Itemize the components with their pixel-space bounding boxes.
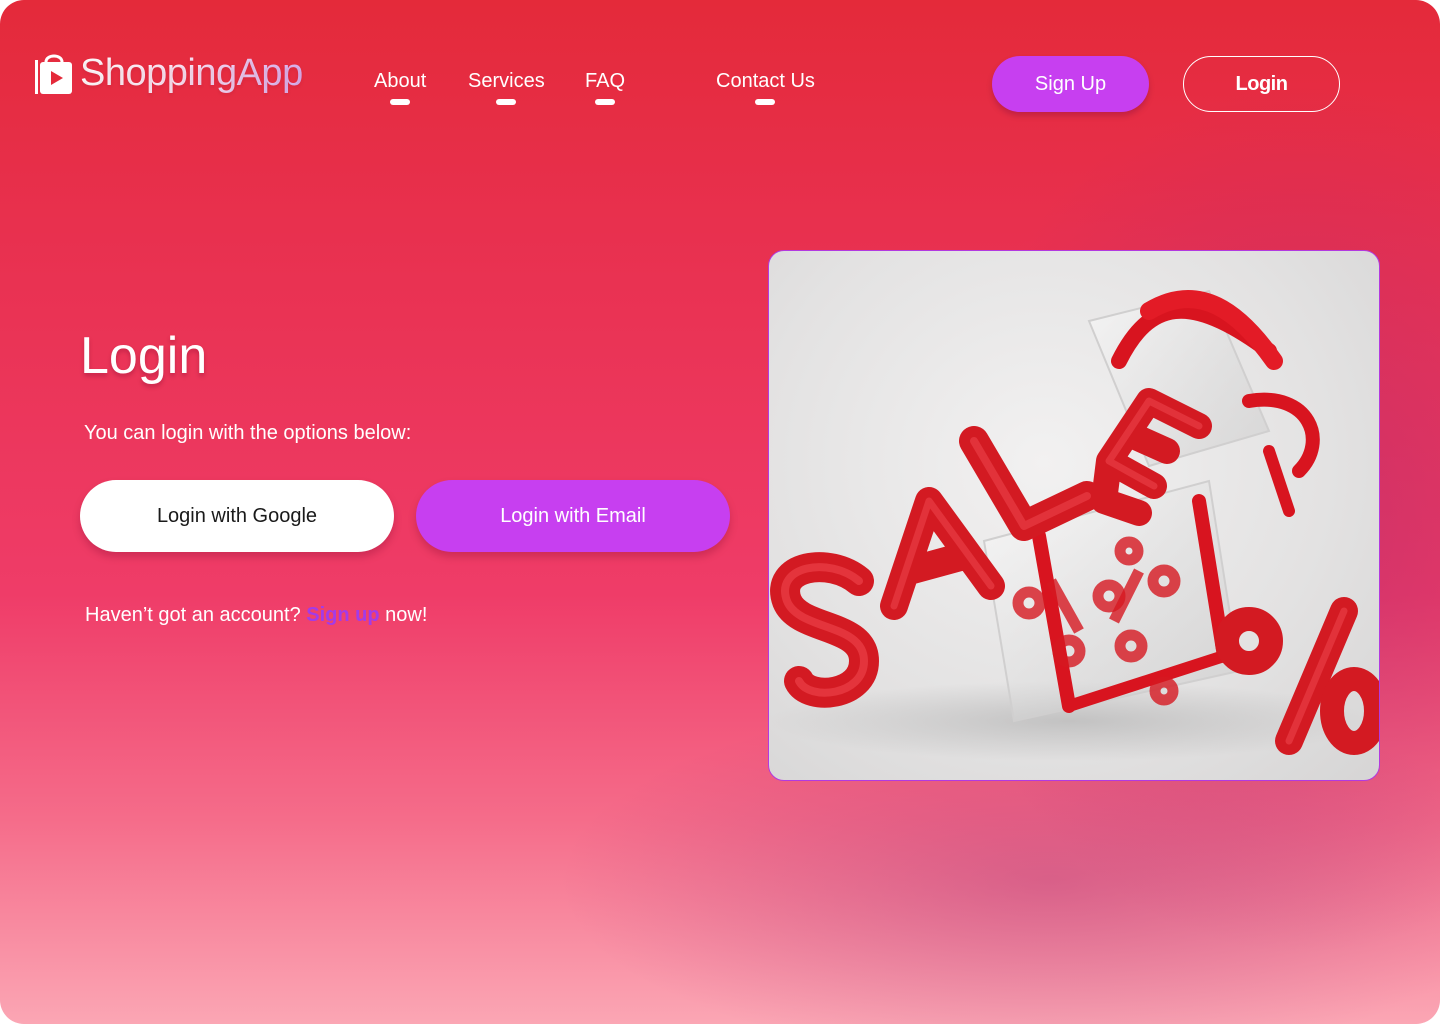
sign-up-link[interactable]: Sign up — [306, 604, 379, 626]
login-button[interactable]: Login — [1183, 56, 1340, 112]
page-title: Login — [80, 327, 208, 385]
nav-indicator — [755, 99, 776, 105]
nav-indicator — [496, 99, 517, 105]
login-with-google-button[interactable]: Login with Google — [80, 480, 394, 552]
hero-image — [768, 250, 1380, 781]
nav-about[interactable]: About — [374, 70, 426, 105]
shopping-bag-play-icon — [35, 54, 72, 94]
nav-services[interactable]: Services — [468, 70, 545, 105]
nav-faq-label: FAQ — [585, 70, 626, 92]
nav-indicator — [595, 99, 615, 105]
login-with-email-button[interactable]: Login with Email — [416, 480, 730, 552]
login-page: ShoppingApp About Services FAQ Contact U… — [0, 0, 1440, 1024]
signup-prompt-before: Haven’t got an account? — [85, 604, 301, 626]
signup-prompt-after: now! — [385, 604, 428, 626]
nav-contact-us[interactable]: Contact Us — [716, 70, 815, 105]
logo[interactable]: ShoppingApp — [34, 50, 303, 96]
nav-faq[interactable]: FAQ — [585, 70, 625, 105]
logo-text: ShoppingApp — [80, 51, 303, 94]
nav-indicator — [390, 99, 411, 105]
login-subtitle: You can login with the options below: — [84, 422, 412, 444]
nav-about-label: About — [374, 70, 427, 92]
signup-prompt: Haven’t got an account? Sign up now! — [85, 604, 427, 627]
nav-contact-us-label: Contact Us — [716, 70, 815, 92]
sign-up-button[interactable]: Sign Up — [992, 56, 1149, 112]
nav-services-label: Services — [468, 70, 545, 92]
sale-balloons-illustration — [769, 289, 1379, 761]
